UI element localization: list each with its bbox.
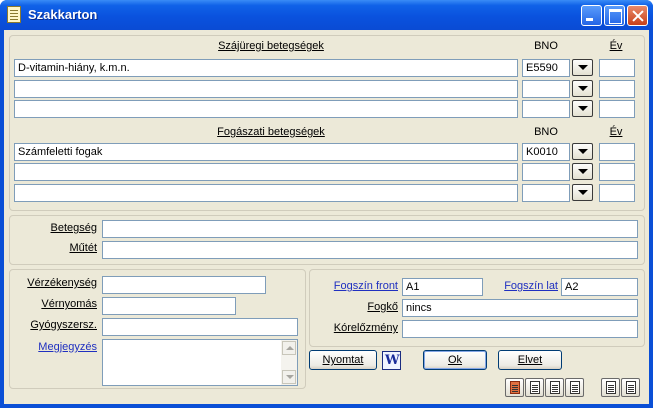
document-icon	[550, 381, 560, 394]
korelozmeny-label: Kórelőzmény	[333, 322, 398, 334]
fogszin-front-label[interactable]: Fogszín front	[314, 280, 398, 292]
verzekenyseg-field[interactable]	[102, 276, 266, 294]
fog-name-3[interactable]	[14, 184, 518, 202]
szaj-bno-dropdown-1[interactable]	[572, 59, 593, 76]
fog-name-2[interactable]	[14, 163, 518, 181]
fog-name-1[interactable]: Számfeletti fogak	[14, 143, 518, 161]
szaj-bno-dropdown-2[interactable]	[572, 80, 593, 97]
szaj-header: Szájüregi betegségek	[218, 40, 324, 52]
fog-bno-dropdown-1[interactable]	[572, 143, 593, 160]
document-icon	[510, 381, 520, 394]
szaj-ev-1[interactable]	[599, 59, 635, 77]
fogko-label: Fogkő	[367, 301, 398, 313]
doc-button-6[interactable]	[621, 378, 640, 397]
fog-bno-dropdown-2[interactable]	[572, 163, 593, 180]
mutet-field[interactable]	[102, 241, 638, 259]
doc-button-4[interactable]	[565, 378, 584, 397]
vernyomas-field[interactable]	[102, 297, 236, 315]
szaj-ev-2[interactable]	[599, 80, 635, 98]
minimize-button[interactable]	[581, 5, 602, 26]
title-bar[interactable]: Szakkarton	[0, 0, 653, 30]
fog-bno-2[interactable]	[522, 163, 570, 181]
korelozmeny-field[interactable]	[402, 320, 638, 338]
doc-button-2[interactable]	[525, 378, 544, 397]
document-icon	[606, 381, 616, 394]
szaj-ev-3[interactable]	[599, 100, 635, 118]
szaj-bno-2[interactable]	[522, 80, 570, 98]
close-button[interactable]	[627, 5, 648, 26]
verzekenyseg-label: Vérzékenység	[27, 277, 97, 289]
client-area: Szájüregi betegségek BNO Év D-vitamin-hi…	[4, 30, 649, 404]
szaj-ev-label: Év	[609, 40, 623, 52]
fog-ev-2[interactable]	[599, 163, 635, 181]
fog-bno-label: BNO	[534, 126, 558, 138]
nyomtat-button[interactable]: Nyomtat	[309, 350, 377, 370]
szaj-bno-3[interactable]	[522, 100, 570, 118]
fog-ev-1[interactable]	[599, 143, 635, 161]
gyogyszersz-label: Gyógyszersz.	[30, 319, 97, 331]
gyogyszersz-field[interactable]	[102, 318, 298, 336]
doc-button-5[interactable]	[601, 378, 620, 397]
fog-bno-3[interactable]	[522, 184, 570, 202]
szaj-bno-label: BNO	[534, 40, 558, 52]
betegseg-field[interactable]	[102, 220, 638, 238]
fog-bno-1[interactable]: K0010	[522, 143, 570, 161]
document-icon	[570, 381, 580, 394]
fog-header: Fogászati betegségek	[217, 126, 325, 138]
scroll-down-icon[interactable]	[282, 370, 296, 384]
fogszin-lat-label[interactable]: Fogszín lat	[484, 280, 558, 292]
window-title: Szakkarton	[28, 7, 98, 22]
vernyomas-label: Vérnyomás	[41, 298, 97, 310]
megjegyzes-label[interactable]: Megjegyzés	[12, 341, 97, 353]
maximize-button[interactable]	[604, 5, 625, 26]
szaj-bno-1[interactable]: E5590	[522, 59, 570, 77]
fog-ev-3[interactable]	[599, 184, 635, 202]
ok-button[interactable]: Ok	[423, 350, 487, 370]
doc-button-3[interactable]	[545, 378, 564, 397]
document-icon	[626, 381, 636, 394]
elvet-button[interactable]: Elvet	[498, 350, 562, 370]
fogszin-front-field[interactable]: A1	[402, 278, 483, 296]
fogko-field[interactable]: nincs	[402, 299, 638, 317]
megjegyzes-textarea[interactable]	[102, 339, 298, 386]
betegseg-label: Betegség	[50, 222, 97, 234]
doc-button-1[interactable]	[505, 378, 524, 397]
mutet-label: Műtét	[69, 242, 97, 254]
fogszin-lat-field[interactable]: A2	[561, 278, 638, 296]
szaj-name-1[interactable]: D-vitamin-hiány, k.m.n.	[14, 59, 518, 77]
word-icon[interactable]	[382, 351, 401, 370]
window: Szakkarton Szájüregi betegségek BNO Év D…	[0, 0, 653, 408]
document-icon	[7, 6, 21, 23]
scroll-up-icon[interactable]	[282, 341, 296, 355]
szaj-name-2[interactable]	[14, 80, 518, 98]
fog-ev-label: Év	[609, 126, 623, 138]
megjegyzes-scrollbar[interactable]	[281, 340, 297, 385]
fog-bno-dropdown-3[interactable]	[572, 184, 593, 201]
szaj-bno-dropdown-3[interactable]	[572, 100, 593, 117]
document-icon	[530, 381, 540, 394]
szaj-name-3[interactable]	[14, 100, 518, 118]
